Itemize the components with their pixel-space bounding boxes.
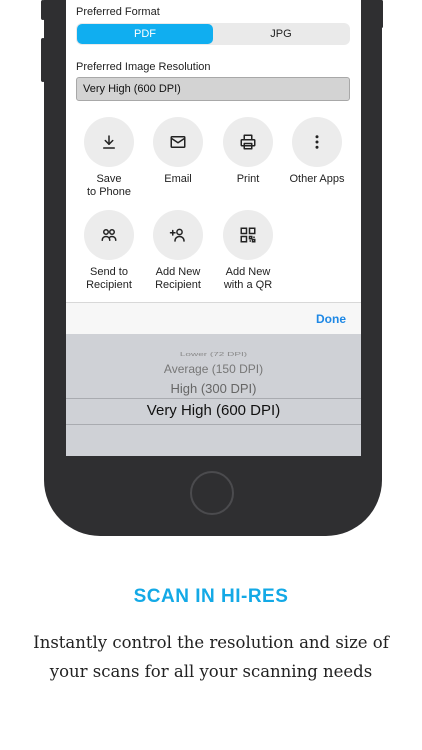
format-label: Preferred Format (76, 6, 160, 18)
picker-option-very-high[interactable]: Very High (600 DPI) (66, 402, 361, 419)
download-icon (84, 117, 134, 167)
phone-screen: Preferred Format PDF JPG Preferred Image… (66, 0, 361, 456)
print-button[interactable]: Print (212, 117, 284, 186)
picker-toolbar: Done (66, 302, 361, 334)
other-apps-label: Other Apps (289, 173, 345, 185)
description: Instantly control the resolution and siz… (33, 633, 389, 681)
format-segmented-control[interactable]: PDF JPG (76, 23, 350, 45)
printer-icon (223, 117, 273, 167)
qr-code-icon (223, 210, 273, 260)
done-button[interactable]: Done (316, 312, 346, 326)
resolution-picker[interactable]: Lower (72 DPI) Average (150 DPI) High (3… (66, 334, 361, 456)
add-person-icon (153, 210, 203, 260)
picker-option-high[interactable]: High (300 DPI) (66, 381, 361, 396)
add-new-recipient-label: Add New Recipient (155, 266, 201, 291)
more-vertical-icon (292, 117, 342, 167)
print-label: Print (236, 173, 260, 185)
save-to-phone-label: Save to Phone (86, 173, 132, 198)
send-to-recipient-label: Send to Recipient (86, 266, 132, 291)
send-to-recipient-button[interactable]: Send to Recipient (73, 210, 145, 292)
picker-option-lower[interactable]: Lower (72 DPI) (66, 351, 361, 357)
people-icon (84, 210, 134, 260)
mail-icon (153, 117, 203, 167)
other-apps-button[interactable]: Other Apps (281, 117, 353, 186)
headline: SCAN IN HI-RES (133, 586, 289, 607)
picker-option-average[interactable]: Average (150 DPI) (66, 362, 361, 376)
add-new-recipient-button[interactable]: Add New Recipient (142, 210, 214, 292)
resolution-field[interactable]: Very High (600 DPI) (76, 77, 350, 101)
email-label: Email (164, 173, 192, 185)
resolution-label: Preferred Image Resolution (76, 61, 211, 73)
format-option-jpg[interactable]: JPG (213, 24, 349, 44)
save-to-phone-button[interactable]: Save to Phone (73, 117, 145, 199)
email-button[interactable]: Email (142, 117, 214, 186)
format-option-pdf[interactable]: PDF (77, 24, 213, 44)
add-new-with-qr-label: Add New with a QR (223, 266, 273, 291)
home-button (190, 471, 234, 515)
add-new-with-qr-button[interactable]: Add New with a QR (212, 210, 284, 292)
